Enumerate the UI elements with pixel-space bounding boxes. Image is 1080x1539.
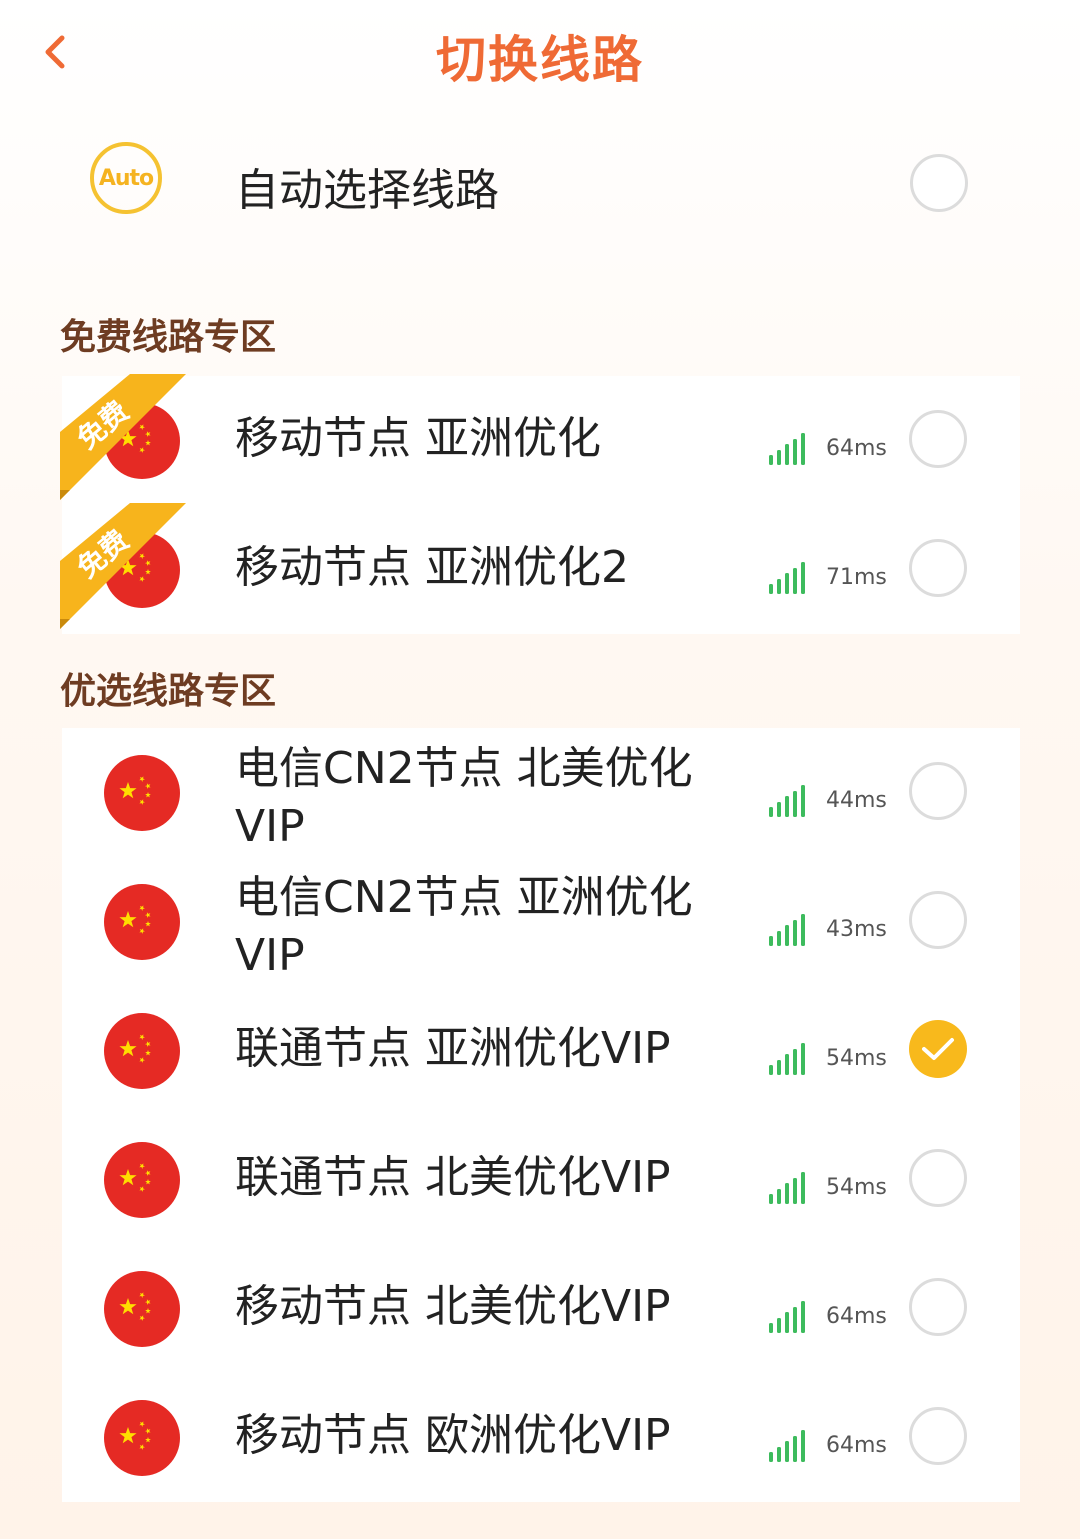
line-name: 移动节点 北美优化VIP (235, 1281, 671, 1332)
line-latency: 64ms (826, 1304, 887, 1329)
line-row[interactable]: 联通节点 亚洲优化VIP 54ms (62, 986, 1020, 1115)
auto-select-row[interactable]: Auto 自动选择线路 (60, 120, 1020, 250)
premium-lines-list: 电信CN2节点 北美优化VIP 44ms 电信CN2节点 亚洲优化VIP 43ms 联通… (62, 728, 1020, 1502)
line-row[interactable]: 移动节点 欧洲优化VIP 64ms (62, 1373, 1020, 1502)
auto-icon: Auto (90, 142, 162, 214)
header: 切换线路 (0, 0, 1080, 110)
china-flag-icon (104, 884, 180, 960)
china-flag-icon (104, 1013, 180, 1089)
signal-bars-icon (769, 785, 805, 817)
line-radio[interactable] (909, 762, 967, 820)
free-ribbon: 免费 (60, 374, 190, 504)
line-radio[interactable] (909, 410, 967, 468)
signal-bars-icon (769, 433, 805, 465)
line-row[interactable]: 联通节点 北美优化VIP 54ms (62, 1115, 1020, 1244)
premium-section-title: 优选线路专区 (60, 671, 277, 712)
signal-bars-icon (769, 1043, 805, 1075)
check-icon (922, 1038, 954, 1060)
line-radio[interactable] (909, 1149, 967, 1207)
china-flag-icon (104, 1400, 180, 1476)
signal-bars-icon (769, 562, 805, 594)
line-latency: 54ms (826, 1046, 887, 1071)
free-section-title: 免费线路专区 (60, 317, 277, 358)
signal-bars-icon (769, 1172, 805, 1204)
line-radio[interactable] (909, 1278, 967, 1336)
china-flag-icon (104, 1142, 180, 1218)
line-name: 联通节点 北美优化VIP (235, 1152, 671, 1203)
line-row[interactable]: 移动节点 北美优化VIP 64ms (62, 1244, 1020, 1373)
line-row[interactable]: 免费 移动节点 亚洲优化2 71ms (60, 503, 1020, 634)
china-flag-icon (104, 755, 180, 831)
line-latency: 44ms (826, 788, 887, 813)
line-row[interactable]: 电信CN2节点 亚洲优化VIP 43ms (62, 857, 1020, 986)
line-radio[interactable] (909, 1407, 967, 1465)
line-latency: 54ms (826, 1175, 887, 1200)
free-lines-list: 免费 移动节点 亚洲优化 64ms 免费 移动节点 亚洲优化2 71ms (60, 374, 1020, 634)
free-ribbon: 免费 (60, 503, 190, 633)
line-radio-selected[interactable] (909, 1020, 967, 1078)
line-name: 移动节点 亚洲优化 (235, 413, 601, 464)
line-row[interactable]: 电信CN2节点 北美优化VIP 44ms (62, 728, 1020, 857)
line-name: 联通节点 亚洲优化VIP (235, 1023, 671, 1074)
line-row[interactable]: 免费 移动节点 亚洲优化 64ms (60, 374, 1020, 505)
page-title: 切换线路 (436, 31, 644, 89)
line-name: 移动节点 欧洲优化VIP (235, 1410, 671, 1461)
signal-bars-icon (769, 914, 805, 946)
line-radio[interactable] (909, 891, 967, 949)
line-latency: 71ms (826, 565, 887, 590)
line-name: 移动节点 亚洲优化2 (235, 542, 629, 593)
line-radio[interactable] (909, 539, 967, 597)
line-name: 电信CN2节点 亚洲优化VIP (235, 872, 693, 981)
signal-bars-icon (769, 1430, 805, 1462)
auto-select-label: 自动选择线路 (235, 165, 499, 216)
china-flag-icon (104, 1271, 180, 1347)
auto-select-radio[interactable] (910, 154, 968, 212)
signal-bars-icon (769, 1301, 805, 1333)
line-latency: 64ms (826, 1433, 887, 1458)
line-name: 电信CN2节点 北美优化VIP (235, 743, 693, 852)
line-latency: 43ms (826, 917, 887, 942)
line-latency: 64ms (826, 436, 887, 461)
